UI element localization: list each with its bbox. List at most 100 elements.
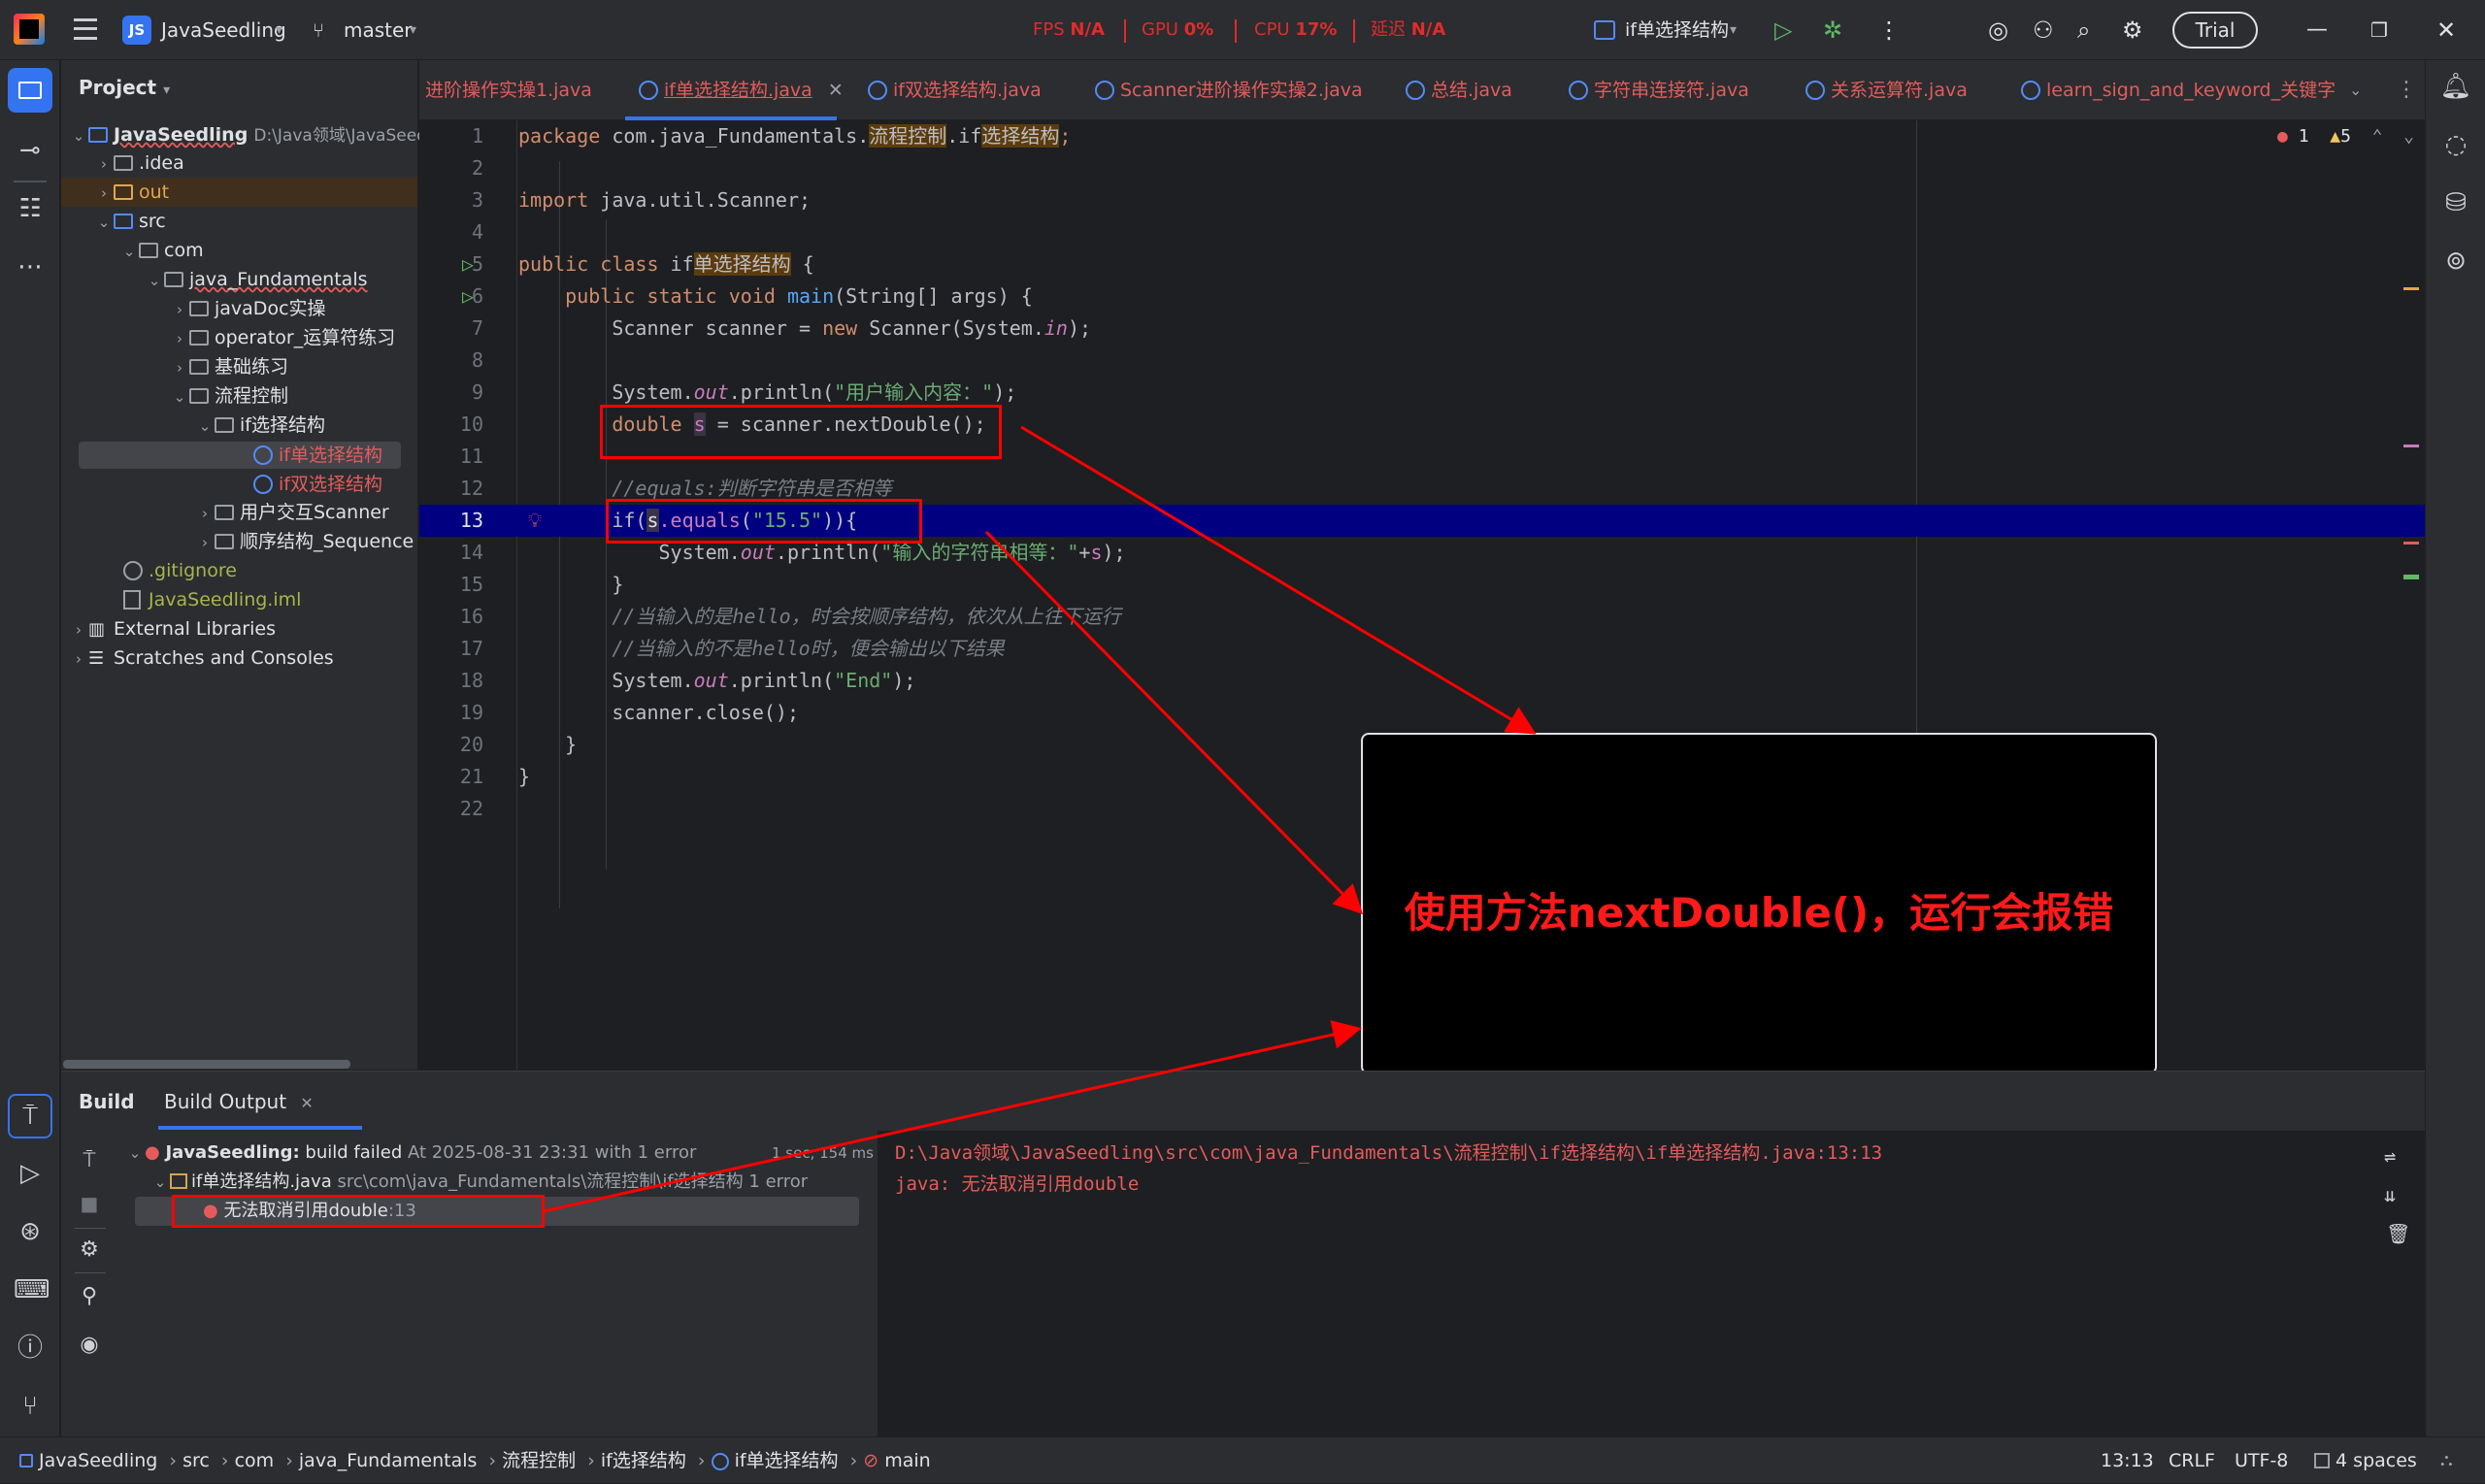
add-user-icon[interactable]: ⚇ xyxy=(2033,0,2054,60)
more-tools-icon[interactable]: ⋯ xyxy=(14,250,47,283)
run-icon[interactable]: ▷ xyxy=(1774,0,1792,60)
tree-item-scratches[interactable]: › ☰ Scratches and Consoles xyxy=(69,643,334,673)
build-hammer-icon[interactable]: ⍑ xyxy=(73,1144,106,1177)
settings-gear-icon[interactable]: ⚙ xyxy=(73,1234,106,1267)
tree-item-root[interactable]: ⌄ JavaSeedling D:\Java领域\JavaSeed xyxy=(69,120,427,149)
build-file-row[interactable]: ⌄ if单选择结构.java src\com\java_Fundamentals\… xyxy=(150,1168,830,1197)
trial-button[interactable]: Trial xyxy=(2172,12,2258,49)
tab-build-output[interactable]: Build Output ✕ xyxy=(164,1072,314,1132)
branch-name[interactable]: master xyxy=(344,0,413,60)
chevron-down-icon[interactable]: ▾ xyxy=(1730,0,1737,60)
breadcrumb-item[interactable]: com xyxy=(235,1450,275,1471)
git-icon[interactable]: ⑂ xyxy=(14,1390,47,1423)
tab-summary[interactable]: 总结.java xyxy=(1406,60,1512,120)
services-icon[interactable]: ⊛ xyxy=(14,1215,47,1248)
minimize-icon[interactable]: — xyxy=(2306,0,2328,60)
tab-progress-1[interactable]: 进阶操作实操1.java xyxy=(425,60,592,120)
tree-item-idea[interactable]: › .idea xyxy=(94,148,184,178)
main-menu-icon[interactable] xyxy=(74,18,97,40)
more-tabs-icon[interactable]: ⋮ xyxy=(2396,60,2417,120)
tree-item-if-structure[interactable]: ⌄ if选择结构 xyxy=(195,411,325,440)
tree-item-java-fundamentals[interactable]: ⌄ java_Fundamentals xyxy=(145,265,368,294)
build-title[interactable]: Build xyxy=(79,1072,135,1132)
tree-item-operator[interactable]: › operator_运算符练习 xyxy=(170,323,395,352)
tree-item-com[interactable]: ⌄ com xyxy=(119,236,204,265)
problems-icon[interactable]: ⓘ xyxy=(14,1332,47,1365)
eye-icon[interactable]: ◉ xyxy=(73,1329,106,1362)
commit-icon[interactable]: ⊸ xyxy=(14,134,47,167)
ai-assistant-icon[interactable]: ◎ xyxy=(1988,0,2008,60)
line-separator[interactable]: CRLF xyxy=(2169,1437,2215,1484)
settings-gear-icon[interactable]: ⚙ xyxy=(2122,0,2143,60)
pin-icon[interactable]: ⚲ xyxy=(73,1280,106,1313)
tab-relational-ops[interactable]: 关系运算符.java xyxy=(1806,60,1968,120)
clear-trash-icon[interactable]: 🗑︎ xyxy=(2386,1222,2410,1245)
run-gutter-icon[interactable]: ▷ xyxy=(462,280,474,313)
breadcrumb-item[interactable]: 流程控制 xyxy=(502,1450,576,1471)
chevron-down-icon[interactable]: ▾ xyxy=(410,0,416,60)
build-console-output[interactable]: D:\Java领域\JavaSeedling\src\com\java_Fund… xyxy=(879,1131,2425,1436)
project-badge[interactable]: JS xyxy=(122,16,151,45)
notifications-icon[interactable]: 🔔︎ xyxy=(2439,70,2472,103)
breadcrumb-item[interactable]: if选择结构 xyxy=(601,1450,686,1471)
database-icon[interactable]: ⛁ xyxy=(2439,186,2472,219)
endpoints-icon[interactable]: ⊚ xyxy=(2439,245,2472,278)
breadcrumb-item[interactable]: if单选择结构 xyxy=(711,1450,839,1471)
tree-item-sequence[interactable]: › 顺序结构_Sequence xyxy=(195,527,414,556)
debug-icon[interactable]: ✲ xyxy=(1823,0,1842,60)
build-root-row[interactable]: ⌄ ● JavaSeedling: build failed At 2025-08… xyxy=(125,1138,697,1168)
chevron-down-icon[interactable]: ⌄ xyxy=(2349,60,2362,120)
build-tool-button[interactable]: ⍑ xyxy=(8,1094,52,1138)
error-path-link[interactable]: D:\Java领域\JavaSeedling\src\com\java_Fund… xyxy=(895,1138,1882,1168)
ai-chat-icon[interactable]: ◌ xyxy=(2439,128,2472,161)
tree-item-out[interactable]: › out xyxy=(94,178,169,207)
stop-icon[interactable]: ■ xyxy=(73,1187,106,1220)
restore-icon[interactable]: ❐ xyxy=(2370,0,2388,60)
horizontal-scrollbar[interactable] xyxy=(63,1060,350,1069)
run-icon[interactable]: ▷ xyxy=(14,1157,47,1190)
tab-if-single[interactable]: if单选择结构.java ✕ xyxy=(639,60,844,120)
project-name[interactable]: JavaSeedling xyxy=(161,0,286,60)
code-line-15: } xyxy=(612,573,624,596)
tree-item-if-double[interactable]: if双选择结构 xyxy=(253,470,382,499)
scroll-to-end-icon[interactable]: ⇊ xyxy=(2384,1183,2396,1206)
run-config-selector[interactable]: if单选择结构 xyxy=(1625,0,1729,60)
close-icon[interactable]: ✕ xyxy=(300,1094,313,1112)
tab-scanner-2[interactable]: Scanner进阶操作实操2.java xyxy=(1095,60,1363,120)
tree-item-javadoc[interactable]: › javaDoc实操 xyxy=(170,294,326,323)
project-tool-button[interactable] xyxy=(8,68,52,113)
tree-item-iml[interactable]: JavaSeedling.iml xyxy=(123,585,301,614)
file-encoding[interactable]: UTF-8 xyxy=(2235,1437,2288,1484)
search-icon[interactable]: ⌕ xyxy=(2077,0,2090,60)
tree-item-flow-control[interactable]: ⌄ 流程控制 xyxy=(170,381,288,411)
breadcrumb-item[interactable]: src xyxy=(182,1450,210,1471)
more-actions-icon[interactable]: ⋮ xyxy=(1877,0,1901,60)
line-number: 12 xyxy=(459,477,483,500)
tree-item-if-single[interactable]: if单选择结构 xyxy=(253,441,382,470)
chevron-down-icon[interactable]: ▾ xyxy=(276,0,282,60)
breadcrumb-item[interactable]: ⊘ main xyxy=(863,1450,930,1471)
tab-learn-sign[interactable]: learn_sign_and_keyword_关键字 xyxy=(2021,60,2370,120)
soft-wrap-icon[interactable]: ⇌ xyxy=(2384,1144,2396,1168)
caret-position[interactable]: 13:13 xyxy=(2101,1437,2154,1484)
tree-item-external-libraries[interactable]: › ▥ External Libraries xyxy=(69,614,276,643)
project-panel-title[interactable]: Project ▾ xyxy=(79,76,170,99)
tree-item-basics[interactable]: › 基础练习 xyxy=(170,352,288,381)
code-line-21: } xyxy=(518,765,531,788)
tree-item-gitignore[interactable]: .gitignore xyxy=(123,556,237,585)
close-icon[interactable]: ✕ xyxy=(2436,0,2456,60)
breadcrumb-item[interactable]: JavaSeedling xyxy=(19,1450,157,1471)
tree-item-scanner[interactable]: › 用户交互Scanner xyxy=(195,498,389,527)
app-logo-icon[interactable] xyxy=(14,14,45,45)
terminal-icon[interactable]: ⌨ xyxy=(14,1273,50,1306)
tab-if-double[interactable]: if双选择结构.java xyxy=(868,60,1042,120)
tab-string-concat[interactable]: 字符串连接符.java xyxy=(1569,60,1749,120)
build-duration: 1 sec, 154 ms xyxy=(772,1144,874,1162)
structure-icon[interactable]: ☷ xyxy=(14,192,47,225)
indent-setting[interactable]: 4 spaces xyxy=(2314,1437,2417,1484)
run-gutter-icon[interactable]: ▷ xyxy=(462,248,474,280)
tree-item-src[interactable]: ⌄ src xyxy=(94,207,166,236)
close-icon[interactable]: ✕ xyxy=(828,80,844,101)
lock-icon[interactable]: ⛬ xyxy=(2440,1437,2453,1484)
breadcrumb-item[interactable]: java_Fundamentals xyxy=(299,1450,478,1471)
